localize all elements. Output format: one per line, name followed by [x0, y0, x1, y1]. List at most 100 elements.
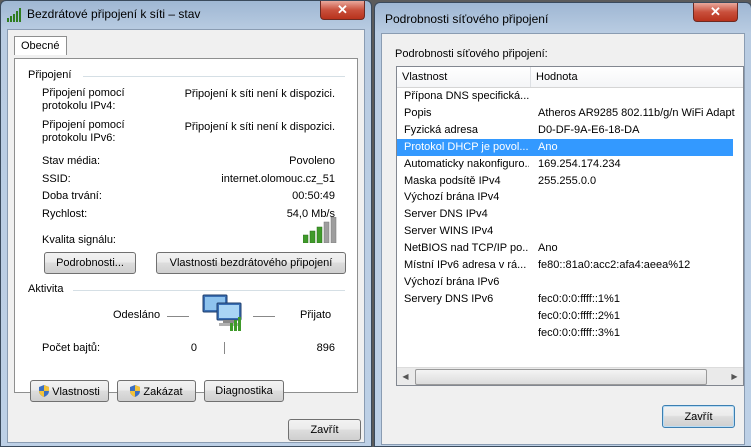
row-property: Server WINS IPv4 [404, 225, 494, 238]
details-window-close-button[interactable]: ✕ [693, 3, 738, 22]
duration-label: Doba trvání: [42, 190, 102, 202]
details-row[interactable]: Přípona DNS specifická... [397, 88, 743, 105]
details-row[interactable]: Výchozí brána IPv6 [397, 274, 743, 291]
details-row[interactable]: Maska podsítě IPv4 255.255.0.0 [397, 173, 743, 190]
uac-shield-icon [130, 384, 141, 397]
details-row[interactable]: Server WINS IPv4 [397, 223, 743, 240]
details-window: Podrobnosti síťového připojení ✕ Podrobn… [374, 2, 751, 447]
row-property: Přípona DNS specifická... [404, 90, 529, 102]
close-button[interactable]: Zavřít [288, 419, 361, 441]
signal-strength-icon [303, 217, 337, 243]
row-value: Atheros AR9285 802.11b/g/n WiFi Adapt [538, 106, 735, 119]
status-window-titlebar[interactable]: Bezdrátové připojení k síti – stav ✕ [1, 1, 371, 29]
details-window-body: Podrobnosti síťového připojení: Vlastnos… [381, 33, 745, 445]
details-row[interactable]: fec0:0:0:ffff::2%1 [397, 308, 743, 325]
row-property: Fyzická adresa [404, 123, 478, 136]
details-list-rows: Přípona DNS specifická... Popis Atheros AR… [397, 87, 743, 368]
status-window-title: Bezdrátové připojení k síti – stav [27, 7, 201, 21]
status-window-body: Obecné Připojení Připojení pomocí protok… [7, 29, 365, 443]
disable-button-label: Zakázat [143, 385, 183, 398]
scroll-right-icon[interactable]: ▶ [726, 368, 743, 385]
details-row[interactable]: NetBIOS nad TCP/IP po... Ano [397, 240, 743, 257]
status-window-close-button[interactable]: ✕ [320, 1, 365, 20]
row-value: fe80::81a0:acc2:afa4:aeea%12 [538, 259, 691, 271]
row-value: fec0:0:0:ffff::1%1 [538, 292, 620, 305]
row-property: Maska podsítě IPv4 [404, 174, 501, 187]
row-value: 169.254.174.234 [538, 157, 621, 170]
media-state-value: Povoleno [289, 155, 335, 167]
details-window-title: Podrobnosti síťového připojení [385, 12, 549, 26]
horizontal-scrollbar[interactable]: ◀ ▶ [397, 367, 743, 385]
bytes-sent-value: 0 [190, 342, 197, 354]
row-property: Popis [404, 106, 432, 119]
duration-value: 00:50:49 [292, 190, 335, 202]
row-property: Automaticky nakonfiguro... [404, 157, 529, 170]
row-value: D0-DF-9A-E6-18-DA [538, 123, 640, 136]
close-icon: ✕ [337, 2, 348, 17]
activity-group-divider [73, 290, 345, 291]
ipv4-label: Připojení pomocí protokolu IPv4: [42, 87, 125, 112]
wireless-signal-icon [7, 8, 21, 22]
ssid-label: SSID: [42, 173, 71, 185]
activity-group-label: Aktivita [28, 283, 64, 295]
bytes-label: Počet bajtů: [42, 342, 101, 354]
media-state-label: Stav média: [42, 155, 101, 167]
ssid-value: internet.olomouc.cz_51 [221, 173, 335, 185]
speed-label: Rychlost: [42, 208, 88, 220]
details-button[interactable]: Podrobnosti... [44, 252, 136, 274]
row-property: Server DNS IPv4 [404, 208, 488, 221]
close-icon: ✕ [710, 4, 721, 19]
network-computers-icon [202, 294, 242, 331]
details-list-header: Vlastnost Hodnota [397, 67, 743, 88]
row-property: Protokol DHCP je povol... [404, 140, 529, 153]
signal-quality-label: Kvalita signálu: [42, 234, 116, 246]
row-value: fec0:0:0:ffff::3%1 [538, 326, 620, 339]
disable-button[interactable]: Zakázat [117, 380, 196, 402]
row-property: Výchozí brána IPv6 [404, 275, 500, 288]
details-row[interactable]: Automaticky nakonfiguro... 169.254.174.23… [397, 156, 743, 173]
sent-line [167, 316, 189, 317]
bytes-divider [224, 342, 225, 354]
ipv4-value: Připojení k síti není k dispozici. [184, 88, 335, 100]
details-row[interactable]: fec0:0:0:ffff::3%1 [397, 325, 743, 342]
wireless-properties-button[interactable]: Vlastnosti bezdrátového připojení [156, 252, 346, 274]
connection-group-divider [83, 76, 345, 77]
ipv6-label: Připojení pomocí protokolu IPv6: [42, 119, 125, 144]
received-line [253, 316, 275, 317]
details-row[interactable]: Popis Atheros AR9285 802.11b/g/n WiFi Ada… [397, 105, 743, 122]
row-value: Ano [538, 242, 558, 255]
details-row[interactable]: Výchozí brána IPv4 [397, 189, 743, 206]
tab-general[interactable]: Obecné [14, 36, 67, 55]
column-header-property[interactable]: Vlastnost [397, 67, 531, 87]
row-property: Místní IPv6 adresa v rá... [404, 259, 527, 271]
bytes-received-value: 896 [316, 342, 335, 354]
uac-shield-icon [39, 384, 50, 397]
row-property: NetBIOS nad TCP/IP po... [404, 242, 529, 255]
connection-group-label: Připojení [28, 69, 72, 81]
row-property: Výchozí brána IPv4 [404, 191, 500, 204]
row-value: 255.255.0.0 [538, 174, 597, 187]
row-value: fec0:0:0:ffff::2%1 [538, 309, 620, 322]
row-property: Servery DNS IPv6 [404, 292, 494, 305]
details-caption: Podrobnosti síťového připojení: [395, 48, 548, 60]
details-row[interactable]: Fyzická adresa D0-DF-9A-E6-18-DA [397, 122, 743, 139]
details-window-titlebar[interactable]: Podrobnosti síťového připojení ✕ [375, 3, 751, 31]
details-row[interactable]: Protokol DHCP je povol... Ano [397, 138, 733, 156]
properties-button[interactable]: Vlastnosti [30, 380, 109, 402]
scroll-left-icon[interactable]: ◀ [397, 368, 414, 385]
general-tab-panel: Připojení Připojení pomocí protokolu IPv… [14, 58, 358, 393]
diagnose-button[interactable]: Diagnostika [204, 380, 284, 402]
sent-label: Odesláno [113, 309, 161, 321]
row-value: Ano [538, 140, 558, 153]
properties-button-label: Vlastnosti [52, 385, 100, 398]
scrollbar-thumb[interactable] [415, 369, 707, 385]
column-header-value[interactable]: Hodnota [531, 67, 743, 87]
received-label: Přijato [300, 309, 332, 321]
ipv6-value: Připojení k síti není k dispozici. [184, 121, 335, 133]
details-list[interactable]: Vlastnost Hodnota Přípona DNS specifická… [396, 66, 744, 386]
details-row[interactable]: Server DNS IPv4 [397, 206, 743, 223]
status-window: Bezdrátové připojení k síti – stav ✕ Obe… [0, 0, 372, 447]
details-row[interactable]: Servery DNS IPv6 fec0:0:0:ffff::1%1 [397, 291, 743, 308]
details-close-button[interactable]: Zavřít [662, 405, 735, 428]
details-row[interactable]: Místní IPv6 adresa v rá... fe80::81a0:acc… [397, 257, 743, 274]
